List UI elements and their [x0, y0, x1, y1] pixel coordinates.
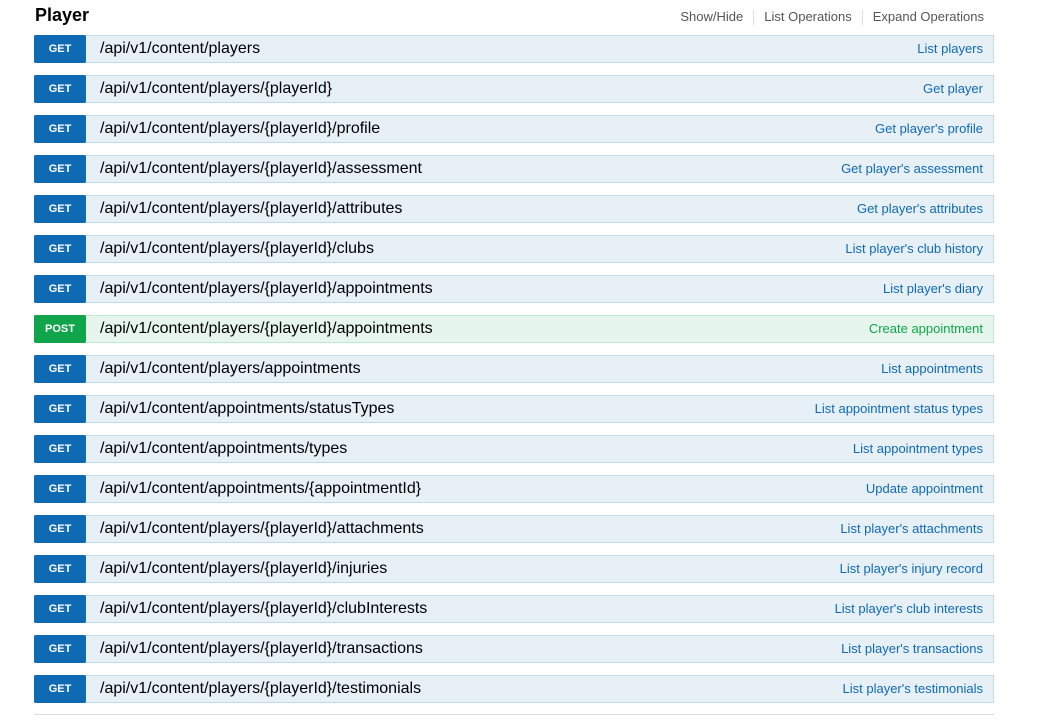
endpoint-row[interactable]: GET/api/v1/content/players/{playerId} Get…: [34, 75, 994, 103]
endpoint-summary-link[interactable]: Create appointment: [869, 316, 983, 342]
get-method-badge[interactable]: GET: [34, 195, 86, 223]
endpoint-summary-link[interactable]: List appointments: [881, 356, 983, 382]
section-title[interactable]: Player: [35, 4, 89, 26]
endpoint-summary-link[interactable]: List player's diary: [883, 276, 983, 302]
endpoint-row[interactable]: GET/api/v1/content/players/{playerId}/tr…: [34, 635, 994, 663]
endpoint-row[interactable]: GET/api/v1/content/appointments/statusTy…: [34, 395, 994, 423]
endpoint-row[interactable]: GET/api/v1/content/players/{playerId}/in…: [34, 555, 994, 583]
get-method-badge[interactable]: GET: [34, 595, 86, 623]
endpoint-row[interactable]: GET/api/v1/content/players/{playerId}/pr…: [34, 115, 994, 143]
endpoint-path-link[interactable]: /api/v1/content/appointments/types: [100, 436, 347, 462]
endpoint-path-link[interactable]: /api/v1/content/players/{playerId}/appoi…: [100, 316, 433, 342]
endpoint-summary-link[interactable]: List player's club history: [845, 236, 983, 262]
endpoint-path-link[interactable]: /api/v1/content/players/appointments: [100, 356, 361, 382]
endpoint-path-link[interactable]: /api/v1/content/players/{playerId}/appoi…: [100, 276, 433, 302]
endpoint-path-link[interactable]: /api/v1/content/players/{playerId}/clubs: [100, 236, 374, 262]
endpoint-path-link[interactable]: /api/v1/content/players/{playerId}/injur…: [100, 556, 387, 582]
endpoint-list: GET/api/v1/content/players List players GE…: [34, 35, 994, 715]
expand-operations-link[interactable]: Expand Operations: [863, 9, 984, 25]
endpoint-row[interactable]: GET/api/v1/content/players/appointments L…: [34, 355, 994, 383]
show-hide-link[interactable]: Show/Hide: [670, 9, 753, 25]
endpoint-summary-link[interactable]: List player's testimonials: [843, 676, 983, 702]
endpoint-path-link[interactable]: /api/v1/content/players: [100, 36, 260, 62]
section-header: Player Show/Hide List Operations Expand …: [34, 0, 994, 32]
endpoint-path-link[interactable]: /api/v1/content/appointments/{appointmen…: [100, 476, 421, 502]
endpoint-summary-link[interactable]: List player's transactions: [841, 636, 983, 662]
get-method-badge[interactable]: GET: [34, 235, 86, 263]
endpoint-row[interactable]: GET/api/v1/content/appointments/types Lis…: [34, 435, 994, 463]
get-method-badge[interactable]: GET: [34, 355, 86, 383]
endpoint-path-link[interactable]: /api/v1/content/players/{playerId}/profi…: [100, 116, 380, 142]
post-method-badge[interactable]: POST: [34, 315, 86, 343]
endpoint-summary-link[interactable]: List player's injury record: [840, 556, 983, 582]
endpoint-summary-link[interactable]: List player's attachments: [840, 516, 983, 542]
endpoint-row[interactable]: GET/api/v1/content/players/{playerId}/at…: [34, 195, 994, 223]
endpoint-row[interactable]: GET/api/v1/content/players/{playerId}/as…: [34, 155, 994, 183]
endpoint-row[interactable]: GET/api/v1/content/players/{playerId}/te…: [34, 675, 994, 703]
endpoint-row[interactable]: POST/api/v1/content/players/{playerId}/a…: [34, 315, 994, 343]
endpoint-row[interactable]: GET/api/v1/content/players/{playerId}/cl…: [34, 595, 994, 623]
list-operations-link[interactable]: List Operations: [754, 9, 861, 25]
endpoint-path-link[interactable]: /api/v1/content/players/{playerId}/testi…: [100, 676, 421, 702]
endpoint-row[interactable]: GET/api/v1/content/appointments/{appoint…: [34, 475, 994, 503]
endpoint-summary-link[interactable]: List appointment types: [853, 436, 983, 462]
endpoint-row[interactable]: GET/api/v1/content/players List players: [34, 35, 994, 63]
endpoint-row[interactable]: GET/api/v1/content/players/{playerId}/cl…: [34, 235, 994, 263]
get-method-badge[interactable]: GET: [34, 275, 86, 303]
get-method-badge[interactable]: GET: [34, 395, 86, 423]
endpoint-summary-link[interactable]: Update appointment: [866, 476, 983, 502]
get-method-badge[interactable]: GET: [34, 435, 86, 463]
endpoint-summary-link[interactable]: Get player's profile: [875, 116, 983, 142]
endpoint-summary-link[interactable]: List appointment status types: [815, 396, 983, 422]
endpoint-path-link[interactable]: /api/v1/content/players/{playerId}/clubI…: [100, 596, 427, 622]
endpoint-path-link[interactable]: /api/v1/content/players/{playerId}/attri…: [100, 196, 402, 222]
endpoint-summary-link[interactable]: Get player: [923, 76, 983, 102]
get-method-badge[interactable]: GET: [34, 75, 86, 103]
endpoint-path-link[interactable]: /api/v1/content/players/{playerId}/trans…: [100, 636, 423, 662]
endpoint-summary-link[interactable]: List players: [917, 36, 983, 62]
endpoint-summary-link[interactable]: Get player's assessment: [841, 156, 983, 182]
endpoint-path-link[interactable]: /api/v1/content/players/{playerId}/asses…: [100, 156, 422, 182]
get-method-badge[interactable]: GET: [34, 155, 86, 183]
endpoint-path-link[interactable]: /api/v1/content/appointments/statusTypes: [100, 396, 394, 422]
get-method-badge[interactable]: GET: [34, 35, 86, 63]
get-method-badge[interactable]: GET: [34, 555, 86, 583]
endpoint-path-link[interactable]: /api/v1/content/players/{playerId}: [100, 76, 332, 102]
get-method-badge[interactable]: GET: [34, 475, 86, 503]
endpoint-row[interactable]: GET/api/v1/content/players/{playerId}/ap…: [34, 275, 994, 303]
section-divider: [34, 714, 994, 715]
get-method-badge[interactable]: GET: [34, 675, 86, 703]
endpoint-summary-link[interactable]: List player's club interests: [835, 596, 983, 622]
get-method-badge[interactable]: GET: [34, 635, 86, 663]
endpoint-row[interactable]: GET/api/v1/content/players/{playerId}/at…: [34, 515, 994, 543]
get-method-badge[interactable]: GET: [34, 115, 86, 143]
endpoint-summary-link[interactable]: Get player's attributes: [857, 196, 983, 222]
get-method-badge[interactable]: GET: [34, 515, 86, 543]
header-operations: Show/Hide List Operations Expand Operati…: [670, 9, 984, 25]
endpoint-path-link[interactable]: /api/v1/content/players/{playerId}/attac…: [100, 516, 424, 542]
